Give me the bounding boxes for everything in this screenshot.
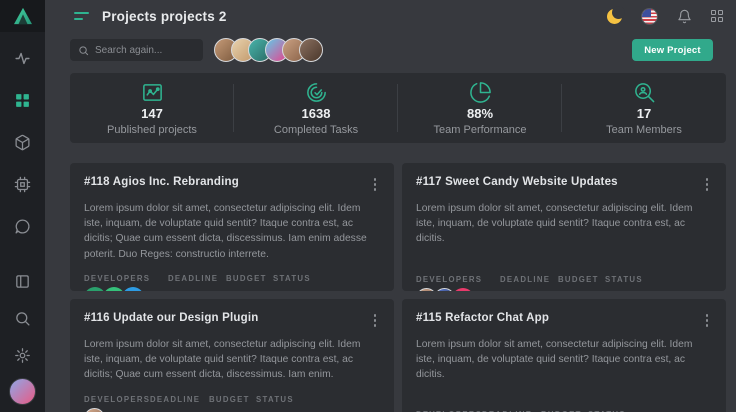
line-chart-icon: [141, 80, 164, 104]
pie-chart-icon: [469, 80, 492, 104]
project-card-title: #115 Refactor Chat App: [416, 312, 549, 324]
developer-avatar-nj[interactable]: NJ: [122, 287, 144, 291]
menu-toggle-button[interactable]: [74, 12, 90, 20]
search-box[interactable]: [70, 39, 203, 61]
deadline-label: DEADLINE: [500, 275, 558, 284]
card-menu-kebab-icon[interactable]: [702, 312, 713, 329]
status-label: STATUS: [273, 274, 326, 283]
search-icon: [78, 45, 89, 56]
stat-value: 88%: [467, 106, 493, 122]
stat-published-projects: 147 Published projects: [70, 73, 234, 143]
stats-panel: 147 Published projects 1638 Completed Ta…: [70, 73, 726, 143]
moon-icon[interactable]: [607, 9, 622, 24]
developer-avatar-group: FE SD NJ: [84, 287, 168, 291]
page-title: Projects projects 2: [102, 9, 227, 24]
stat-team-performance: 88% Team Performance: [398, 73, 562, 143]
project-card-title: #118 Agios Inc. Rebranding: [84, 176, 239, 188]
sidebar-item-system[interactable]: [9, 170, 37, 198]
sidebar-item-activity[interactable]: [9, 44, 37, 72]
budget-label: BUDGET: [558, 275, 605, 284]
target-check-icon: [305, 80, 328, 104]
chat-bubble-icon: [14, 218, 31, 235]
apps-grid-icon[interactable]: [711, 10, 724, 23]
stat-label: Team Performance: [434, 124, 527, 136]
developer-avatar-fe[interactable]: FE: [84, 287, 106, 291]
sidebar-nav: [9, 44, 37, 254]
layout-panel-icon: [14, 273, 31, 290]
sidebar-item-dashboard[interactable]: [9, 86, 37, 114]
topbar: Projects projects 2: [45, 0, 736, 32]
search-input[interactable]: [95, 45, 195, 56]
card-menu-kebab-icon[interactable]: [370, 176, 381, 193]
project-card-description: Lorem ipsum dolor sit amet, consectetur …: [84, 337, 380, 383]
stat-label: Completed Tasks: [274, 124, 358, 136]
project-card-description: Lorem ipsum dolor sit amet, consectetur …: [416, 337, 712, 383]
deadline-label: DEADLINE: [150, 395, 209, 404]
stat-completed-tasks: 1638 Completed Tasks: [234, 73, 398, 143]
project-cards-grid: #118 Agios Inc. Rebranding Lorem ipsum d…: [70, 163, 726, 412]
app-logo[interactable]: [0, 0, 45, 32]
developer-avatar-group: DC: [416, 288, 500, 291]
sidebar-item-projects[interactable]: [9, 128, 37, 156]
status-label: STATUS: [605, 275, 658, 284]
stat-label: Published projects: [107, 124, 197, 136]
sidebar-item-layout[interactable]: [9, 267, 37, 295]
topbar-actions: [607, 8, 724, 25]
search-icon: [14, 310, 31, 327]
team-avatar-group: [214, 38, 323, 62]
project-card-title: #116 Update our Design Plugin: [84, 312, 259, 324]
stat-label: Team Members: [606, 124, 682, 136]
package-icon: [14, 134, 31, 151]
cpu-icon: [14, 176, 31, 193]
developers-label: DEVELOPERS: [416, 275, 500, 284]
sidebar-item-search[interactable]: [9, 304, 37, 332]
project-card-118[interactable]: #118 Agios Inc. Rebranding Lorem ipsum d…: [70, 163, 394, 291]
project-card-117[interactable]: #117 Sweet Candy Website Updates Lorem i…: [402, 163, 726, 291]
developer-avatar-group: [84, 408, 150, 412]
new-project-button[interactable]: New Project: [632, 39, 713, 61]
stat-team-members: 17 Team Members: [562, 73, 726, 143]
deadline-label: DEADLINE: [168, 274, 226, 283]
main-area: Projects projects 2 New: [45, 0, 736, 412]
developer-avatar-photo[interactable]: [434, 288, 455, 291]
developer-avatar-photo[interactable]: [416, 288, 437, 291]
budget-label: BUDGET: [226, 274, 273, 283]
gear-icon: [14, 347, 31, 364]
developer-avatar-dc[interactable]: DC: [452, 288, 474, 291]
card-menu-kebab-icon[interactable]: [702, 176, 713, 193]
bell-icon: [677, 9, 692, 24]
notifications-button[interactable]: [677, 9, 692, 24]
stat-value: 147: [141, 106, 163, 122]
project-card-description: Lorem ipsum dolor sit amet, consectetur …: [84, 201, 380, 263]
stat-value: 17: [637, 106, 651, 122]
card-menu-kebab-icon[interactable]: [370, 312, 381, 329]
user-profile-avatar[interactable]: [9, 378, 36, 405]
developer-avatar-photo[interactable]: [84, 408, 105, 412]
sidebar-bottom-group: [9, 267, 37, 412]
project-card-116[interactable]: #116 Update our Design Plugin Lorem ipsu…: [70, 299, 394, 412]
project-card-115[interactable]: #115 Refactor Chat App Lorem ipsum dolor…: [402, 299, 726, 412]
budget-label: BUDGET: [209, 395, 256, 404]
dashboard-grid-icon: [14, 92, 31, 109]
toolbar: New Project: [45, 32, 736, 62]
sidebar-item-settings[interactable]: [9, 341, 37, 369]
project-card-description: Lorem ipsum dolor sit amet, consectetur …: [416, 201, 712, 247]
us-flag-icon[interactable]: [641, 8, 658, 25]
stat-value: 1638: [302, 106, 331, 122]
sidebar: [0, 0, 45, 412]
triangle-logo-icon: [13, 7, 33, 25]
sidebar-item-messages[interactable]: [9, 212, 37, 240]
developers-label: DEVELOPERS: [84, 274, 168, 283]
status-label: STATUS: [256, 395, 309, 404]
developers-label: DEVELOPERS: [84, 395, 150, 404]
activity-icon: [14, 50, 31, 67]
member-search-icon: [633, 80, 656, 104]
project-card-title: #117 Sweet Candy Website Updates: [416, 176, 618, 188]
team-avatar-6[interactable]: [299, 38, 323, 62]
developer-avatar-sd[interactable]: SD: [103, 287, 125, 291]
